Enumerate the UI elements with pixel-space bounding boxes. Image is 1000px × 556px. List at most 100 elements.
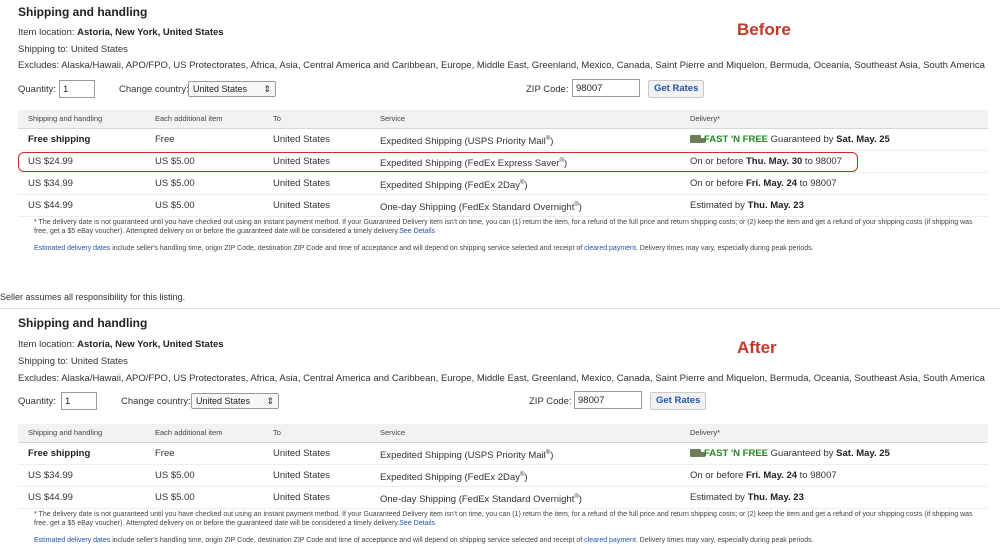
delivery-zip: to 98007: [797, 470, 837, 481]
row-cost: US $44.99: [28, 492, 73, 503]
country-select[interactable]: United States ⇕: [188, 81, 276, 97]
country-select[interactable]: United States ⇕: [191, 393, 279, 409]
see-details-link[interactable]: See Details: [399, 228, 435, 235]
header-delivery: Delivery*: [690, 428, 721, 437]
row-to: United States: [273, 200, 331, 211]
header-each-additional: Each additional item: [155, 428, 223, 437]
table-row: Free shipping Free United States Expedit…: [18, 443, 988, 465]
delivery-text: Estimated by: [690, 200, 748, 211]
row-service: One-day Shipping (FedEx Standard Overnig…: [380, 195, 582, 216]
section-title: Shipping and handling: [18, 316, 148, 330]
quantity-label: Quantity:: [18, 396, 57, 407]
quantity-input[interactable]: 1: [61, 392, 97, 410]
section-title: Shipping and handling: [18, 5, 148, 19]
cleared-payment-link[interactable]: cleared payment: [584, 245, 636, 252]
row-cost: US $34.99: [28, 470, 73, 481]
table-header: Shipping and handling Each additional it…: [18, 424, 988, 443]
row-service: Expedited Shipping (FedEx 2Day®): [380, 465, 528, 486]
guarantee-note-text: * The delivery date is not guaranteed un…: [34, 511, 973, 527]
row-to: United States: [273, 470, 331, 481]
delivery-date: Sat. May. 25: [836, 448, 890, 459]
get-rates-button[interactable]: Get Rates: [648, 80, 705, 98]
row-service: Expedited Shipping (FedEx 2Day®): [380, 173, 528, 194]
row-service: Expedited Shipping (USPS Priority Mail®): [380, 129, 553, 150]
closing-paren: ): [578, 202, 582, 214]
shipping-to: Shipping to: United States: [18, 356, 128, 367]
table-row: US $44.99 US $5.00 United States One-day…: [18, 195, 988, 217]
header-service: Service: [380, 428, 406, 437]
row-additional: US $5.00: [155, 492, 195, 503]
item-location: Item location: Astoria, New York, United…: [18, 27, 224, 38]
row-additional: US $5.00: [155, 470, 195, 481]
delivery-date: Thu. May. 23: [747, 200, 804, 211]
row-cost: Free shipping: [28, 134, 91, 145]
header-each-additional: Each additional item: [155, 114, 223, 123]
header-to: To: [273, 428, 281, 437]
quantity-input[interactable]: 1: [59, 80, 95, 98]
get-rates-button[interactable]: Get Rates: [650, 392, 707, 410]
cleared-payment-link[interactable]: cleared payment: [584, 537, 636, 544]
closing-paren: ): [578, 494, 582, 506]
item-location-label: Item location:: [18, 27, 75, 38]
table-header: Shipping and handling Each additional it…: [18, 110, 988, 129]
rates-form: Quantity: 1 Change country: United State…: [18, 391, 988, 415]
shipping-table: Shipping and handling Each additional it…: [18, 424, 988, 509]
change-country-label: Change country:: [121, 396, 191, 407]
country-select-value: United States: [196, 396, 251, 406]
row-delivery: On or before Fri. May. 24 to 98007: [690, 173, 837, 194]
row-delivery: On or before Fri. May. 24 to 98007: [690, 465, 837, 486]
header-delivery: Delivery*: [690, 114, 721, 123]
after-tag: After: [737, 338, 777, 357]
estimated-delivery-link[interactable]: Estimated delivery dates: [34, 537, 110, 544]
row-additional: US $5.00: [155, 200, 195, 211]
panel-divider: [0, 308, 1000, 309]
truck-icon: [690, 135, 705, 144]
service-name: Expedited Shipping (USPS Priority Mail: [380, 450, 546, 462]
row-delivery: Estimated by Thu. May. 23: [690, 195, 804, 216]
highlight-outline: [18, 152, 858, 172]
header-to: To: [273, 114, 281, 123]
shipping-panel-before: Shipping and handling Before Item locati…: [0, 0, 1000, 292]
table-row: Free shipping Free United States Expedit…: [18, 129, 988, 151]
item-location-value: Astoria, New York, United States: [77, 27, 224, 38]
service-name: One-day Shipping (FedEx Standard Overnig…: [380, 494, 575, 506]
row-cost: US $44.99: [28, 200, 73, 211]
estimated-delivery-link[interactable]: Estimated delivery dates: [34, 245, 110, 252]
row-delivery: FAST 'N FREE Guaranteed by Sat. May. 25: [690, 129, 890, 150]
select-arrows-icon: ⇕: [263, 84, 271, 94]
guarantee-note-text: * The delivery date is not guaranteed un…: [34, 219, 973, 235]
excludes-text: Excludes: Alaska/Hawaii, APO/FPO, US Pro…: [18, 373, 985, 384]
item-location: Item location: Astoria, New York, United…: [18, 339, 224, 350]
delivery-text: Guaranteed by: [768, 134, 837, 145]
service-name: Expedited Shipping (FedEx 2Day: [380, 180, 520, 192]
row-to: United States: [273, 134, 331, 145]
zip-code-input[interactable]: 98007: [572, 79, 640, 97]
zip-code-label: ZIP Code:: [526, 84, 569, 95]
item-location-label: Item location:: [18, 339, 75, 350]
estimated-note-end: . Delivery times may vary, especially du…: [635, 245, 814, 252]
delivery-date: Fri. May. 24: [745, 178, 798, 189]
closing-paren: ): [550, 136, 554, 148]
row-additional: US $5.00: [155, 178, 195, 189]
row-to: United States: [273, 178, 331, 189]
before-tag: Before: [737, 20, 791, 39]
guarantee-note: * The delivery date is not guaranteed un…: [34, 510, 984, 528]
change-country-label: Change country:: [119, 84, 189, 95]
row-delivery: FAST 'N FREE Guaranteed by Sat. May. 25: [690, 443, 890, 464]
shipping-to: Shipping to: United States: [18, 44, 128, 55]
delivery-date: Fri. May. 24: [745, 470, 798, 481]
zip-code-label: ZIP Code:: [529, 396, 572, 407]
delivery-zip: to 98007: [797, 178, 837, 189]
rates-form: Quantity: 1 Change country: United State…: [18, 79, 988, 103]
header-shipping: Shipping and handling: [28, 428, 103, 437]
header-shipping: Shipping and handling: [28, 114, 103, 123]
zip-code-input[interactable]: 98007: [574, 391, 642, 409]
service-name: Expedited Shipping (USPS Priority Mail: [380, 136, 546, 148]
estimated-note: Estimated delivery dates include seller'…: [34, 244, 984, 253]
closing-paren: ): [524, 180, 528, 192]
row-additional: Free: [155, 448, 175, 459]
see-details-link[interactable]: See Details: [399, 520, 435, 527]
delivery-date: Sat. May. 25: [836, 134, 890, 145]
row-service: One-day Shipping (FedEx Standard Overnig…: [380, 487, 582, 508]
closing-paren: ): [550, 450, 554, 462]
